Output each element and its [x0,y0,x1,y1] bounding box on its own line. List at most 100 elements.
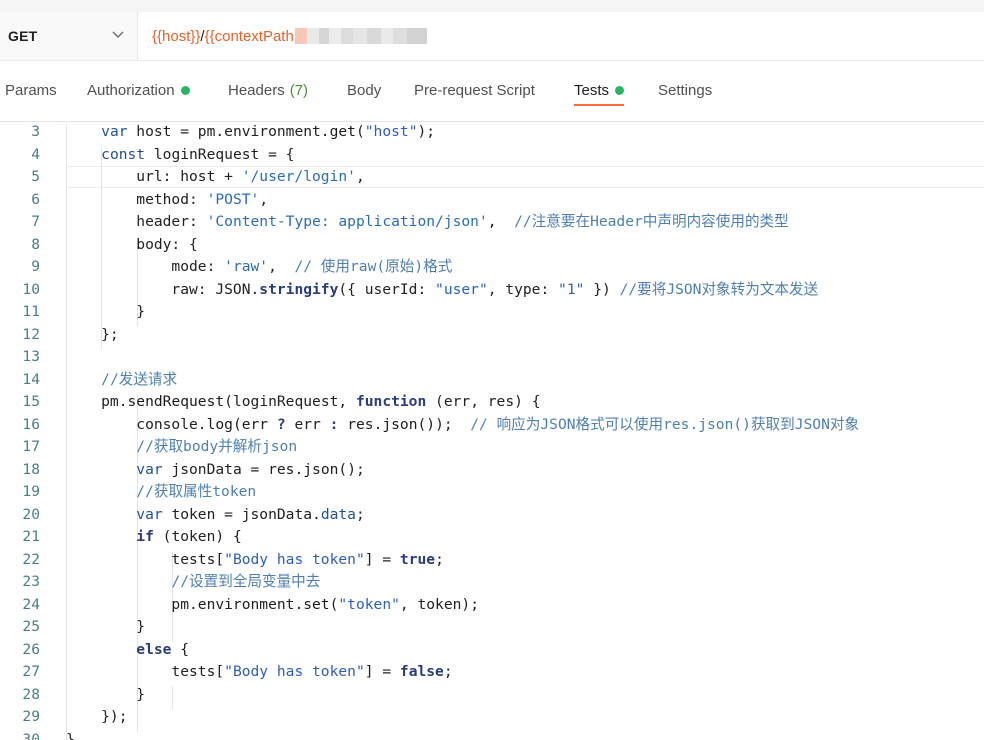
code-text: //设置到全局变量中去 [171,573,321,590]
code-line: 7 header: 'Content-Type: application/jso… [0,211,984,234]
tab-headers[interactable]: Headers (7) [228,61,308,119]
code-text: url: host + '/user/login', [66,168,365,185]
code-text: } [66,618,146,635]
code-text: }); [66,708,128,725]
code-text: } [66,730,75,740]
code-line: 27 tests["Body has token"] = false; [0,661,984,684]
line-number: 16 [22,415,40,433]
code-text: } [66,303,146,320]
code-line: 11 } [0,301,984,324]
code-line: 8 body: { [0,234,984,257]
line-number: 12 [22,325,40,343]
code-text: tests["Body has token"] = true; [66,550,444,568]
line-number: 14 [22,370,40,388]
code-line: 26 else { [0,639,984,662]
code-text: }; [66,325,119,343]
tab-tests[interactable]: Tests [574,61,625,119]
line-number: 21 [22,528,40,545]
line-number: 26 [22,640,40,658]
line-number: 20 [22,505,40,523]
line-number: 11 [22,303,40,320]
tab-authorization[interactable]: Authorization [87,61,190,119]
code-editor[interactable]: 3 var host = pm.environment.get("host");… [0,121,984,740]
line-number: 23 [22,573,40,590]
method-label: GET [8,28,38,44]
url-var-context: {{contextPath [204,27,294,45]
code-line: 21 if (token) { [0,526,984,549]
code-text: pm.sendRequest(loginRequest, function (e… [66,393,541,410]
code-text: //发送请求 [101,370,178,388]
code-line: 23 //设置到全局变量中去 [0,571,984,594]
line-number: 28 [22,685,40,703]
line-number: 18 [22,460,40,478]
code-line: 15 pm.sendRequest(loginRequest, function… [0,391,984,414]
url-var-host: {{host}} [152,27,201,45]
code-text: method: 'POST', [66,190,269,208]
code-text: header: 'Content-Type: application/json'… [66,213,789,230]
line-number: 30 [22,730,40,740]
line-number: 4 [31,145,40,163]
code-text: var jsonData = res.json(); [136,460,365,478]
line-number: 7 [31,213,40,230]
tab-label: Pre-request Script [414,81,535,99]
tab-pre-request-script[interactable]: Pre-request Script [414,61,535,119]
line-number: 29 [22,708,40,725]
tab-settings[interactable]: Settings [658,61,712,119]
code-line: 6 method: 'POST', [0,189,984,212]
url-input[interactable]: {{host}} / {{contextPath [138,12,984,60]
code-line: 5 url: host + '/user/login', [0,166,984,189]
code-text: raw: JSON.stringify({ userId: "user", ty… [66,280,819,298]
line-number: 22 [22,550,40,568]
code-line: 10 raw: JSON.stringify({ userId: "user",… [0,279,984,302]
code-line: 4 const loginRequest = { [0,144,984,167]
method-select[interactable]: GET [0,12,138,60]
tab-label: Headers [228,81,285,99]
code-text: //获取属性token [136,483,257,500]
code-line: 22 tests["Body has token"] = true; [0,549,984,572]
request-bar: GET {{host}} / {{contextPath [0,12,984,61]
code-text: const loginRequest = { [101,145,295,163]
status-dot-icon [180,85,190,95]
code-text: body: { [66,235,198,253]
line-number: 13 [22,348,40,365]
code-line: 25 } [0,616,984,639]
code-text: console.log(err ? err : res.json()); // … [66,415,860,433]
code-line: 28 } [0,684,984,707]
code-line: 9 mode: 'raw', // 使用raw(原始)格式 [0,256,984,279]
code-line: 20 var token = jsonData.data; [0,504,984,527]
code-line: 16 console.log(err ? err : res.json()); … [0,414,984,437]
line-number: 9 [31,258,40,275]
tab-body[interactable]: Body [347,61,381,119]
line-number: 6 [31,190,40,208]
chevron-down-icon [112,31,124,38]
status-dot-icon [615,85,625,95]
code-text: tests["Body has token"] = false; [66,663,453,680]
line-number: 27 [22,663,40,680]
line-number: 24 [22,595,40,613]
code-line: 3 var host = pm.environment.get("host"); [0,121,984,144]
tab-params[interactable]: Params [5,61,57,119]
code-line: 14 //发送请求 [0,369,984,392]
tab-label: Body [347,81,382,99]
line-number: 5 [31,168,40,185]
code-text: //获取body并解析json [136,438,298,455]
line-number: 8 [31,235,40,253]
tab-label: Tests [574,81,610,99]
code-text: var host = pm.environment.get("host"); [101,123,436,140]
line-number: 17 [22,438,40,455]
redacted-url-part [294,28,427,44]
code-line: 13 [0,346,984,369]
code-text: else { [136,640,190,658]
tab-label: Params [5,81,57,99]
code-text: pm.environment.set("token", token); [66,595,479,613]
code-line: 18 var jsonData = res.json(); [0,459,984,482]
code-line: 29 }); [0,706,984,729]
code-text: var token = jsonData.data; [136,505,365,523]
code-text: mode: 'raw', // 使用raw(原始)格式 [66,258,453,275]
code-line: 19 //获取属性token [0,481,984,504]
tab-label: Authorization [87,81,175,99]
code-line: 24 pm.environment.set("token", token); [0,594,984,617]
headers-count: (7) [289,81,309,99]
line-number: 10 [22,280,40,298]
request-tabs: Params Authorization Headers (7) Body Pr… [0,61,984,122]
